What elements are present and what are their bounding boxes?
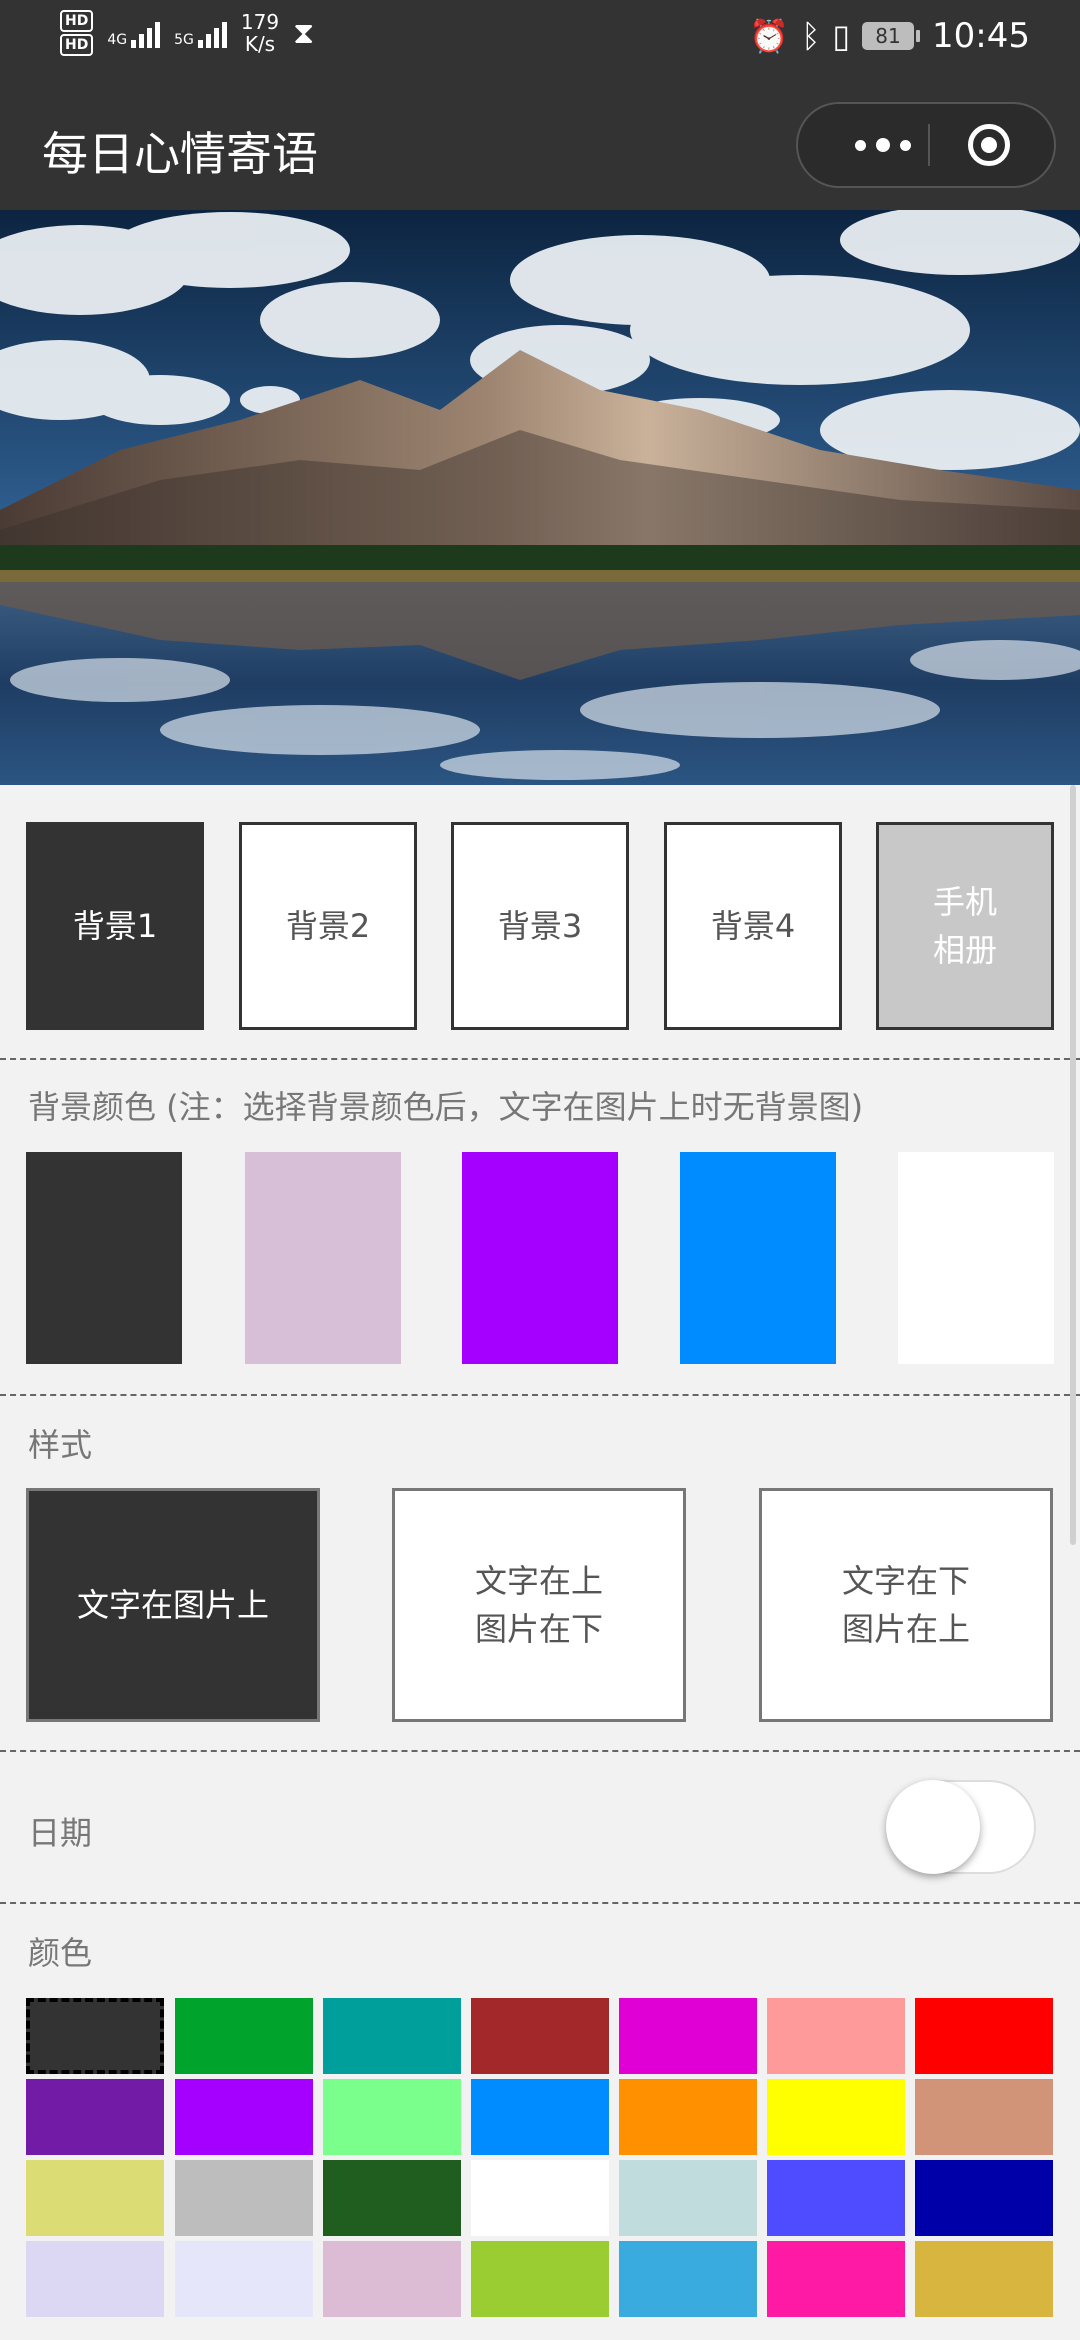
text-color-swatch[interactable] [26, 2160, 164, 2236]
page-title: 每日心情寄语 [42, 127, 318, 181]
signal-2: 5G [174, 18, 227, 48]
status-left: HD HD 4G 5G 179 K/s ⧗ [60, 10, 314, 56]
phone-album-button[interactable]: 手机 相册 [876, 822, 1054, 1030]
status-bar: HD HD 4G 5G 179 K/s ⧗ ⏰ ᛒ ▯ 81 10:45 [0, 0, 1080, 80]
signal-bars-icon [197, 18, 227, 48]
style-option3-line2: 图片在上 [841, 1610, 970, 1648]
network-type-1: 4G [107, 32, 128, 48]
background-option-1[interactable]: 背景1 [26, 822, 204, 1030]
style-text-below-image[interactable]: 文字在下 图片在上 [759, 1488, 1053, 1722]
alarm-icon: ⏰ [749, 17, 790, 55]
hd-indicator: HD HD [60, 10, 94, 56]
text-color-swatch[interactable] [471, 1998, 609, 2074]
bg-color-swatch-2[interactable] [245, 1152, 401, 1364]
text-color-swatch[interactable] [175, 2241, 313, 2317]
text-color-swatch[interactable] [471, 2160, 609, 2236]
text-color-swatch[interactable] [767, 2241, 905, 2317]
hourglass-icon: ⧗ [293, 15, 315, 51]
signal-bars-icon [131, 18, 161, 48]
divider [0, 1394, 1080, 1396]
style-option2-line2: 图片在下 [474, 1610, 603, 1648]
nav-bar: 每日心情寄语 [0, 80, 1080, 210]
vibrate-icon: ▯ [832, 17, 851, 55]
close-target-icon[interactable] [968, 124, 1010, 166]
text-color-swatch[interactable] [915, 2160, 1053, 2236]
text-color-swatch[interactable] [323, 2079, 461, 2155]
album-label-line2: 相册 [932, 931, 997, 969]
text-color-swatch[interactable] [619, 2160, 757, 2236]
status-right: ⏰ ᛒ ▯ 81 10:45 [749, 16, 1030, 56]
text-color-swatch[interactable] [26, 2079, 164, 2155]
text-color-swatch[interactable] [175, 1998, 313, 2074]
toggle-knob [886, 1780, 980, 1874]
speed-unit: K/s [244, 32, 276, 56]
clock: 10:45 [932, 16, 1030, 56]
divider [0, 1750, 1080, 1752]
scrollbar[interactable] [1070, 785, 1076, 1545]
text-color-swatch[interactable] [471, 2241, 609, 2317]
style-label: 样式 [28, 1426, 93, 1464]
style-option2-line1: 文字在上 [474, 1562, 603, 1600]
text-color-swatch[interactable] [619, 2241, 757, 2317]
text-color-swatch[interactable] [619, 1998, 757, 2074]
capsule-divider [928, 124, 930, 166]
text-color-swatch[interactable] [323, 2160, 461, 2236]
date-toggle[interactable] [886, 1780, 1036, 1874]
color-label: 颜色 [28, 1934, 93, 1972]
bg-color-swatch-4[interactable] [680, 1152, 836, 1364]
text-color-swatch[interactable] [915, 2241, 1053, 2317]
battery-level: 81 [862, 22, 915, 50]
hd1-badge: HD [60, 10, 94, 32]
text-color-swatch[interactable] [915, 1998, 1053, 2074]
divider [0, 1058, 1080, 1060]
network-type-2: 5G [174, 32, 194, 48]
style-text-above-image[interactable]: 文字在上 图片在下 [392, 1488, 686, 1722]
text-color-swatch[interactable] [323, 2241, 461, 2317]
background-color-label: 背景颜色 (注：选择背景颜色后，文字在图片上时无背景图) [28, 1088, 864, 1126]
speed-value: 179 [240, 10, 280, 34]
background-preview-image [0, 210, 1080, 785]
network-speed: 179 K/s [241, 11, 279, 55]
bg-color-swatch-1[interactable] [26, 1152, 182, 1364]
more-button[interactable] [838, 104, 928, 186]
background-option-3[interactable]: 背景3 [451, 822, 629, 1030]
hd2-badge: HD [60, 34, 94, 56]
signal-1: 4G [107, 18, 161, 48]
text-color-swatch[interactable] [767, 1998, 905, 2074]
text-color-swatch[interactable] [175, 2079, 313, 2155]
album-label-line1: 手机 [932, 883, 997, 921]
style-text-on-image[interactable]: 文字在图片上 [26, 1488, 320, 1722]
text-color-swatch[interactable] [915, 2079, 1053, 2155]
text-color-swatch[interactable] [619, 2079, 757, 2155]
text-color-swatch[interactable] [175, 2160, 313, 2236]
battery-icon: 81 [862, 22, 921, 50]
miniprogram-capsule [796, 102, 1056, 188]
text-color-swatch[interactable] [767, 2079, 905, 2155]
text-color-swatch[interactable] [26, 2241, 164, 2317]
background-option-2[interactable]: 背景2 [239, 822, 417, 1030]
text-color-swatch[interactable] [471, 2079, 609, 2155]
date-label: 日期 [28, 1814, 93, 1852]
bluetooth-icon: ᛒ [801, 17, 821, 55]
text-color-swatch[interactable] [323, 1998, 461, 2074]
more-dots-icon [855, 139, 866, 151]
text-color-swatch[interactable] [26, 1998, 164, 2074]
text-color-swatch[interactable] [767, 2160, 905, 2236]
style-option3-line1: 文字在下 [841, 1562, 970, 1600]
bg-color-swatch-3[interactable] [462, 1152, 618, 1364]
divider [0, 1902, 1080, 1904]
background-option-4[interactable]: 背景4 [664, 822, 842, 1030]
bg-color-swatch-5[interactable] [898, 1152, 1054, 1364]
